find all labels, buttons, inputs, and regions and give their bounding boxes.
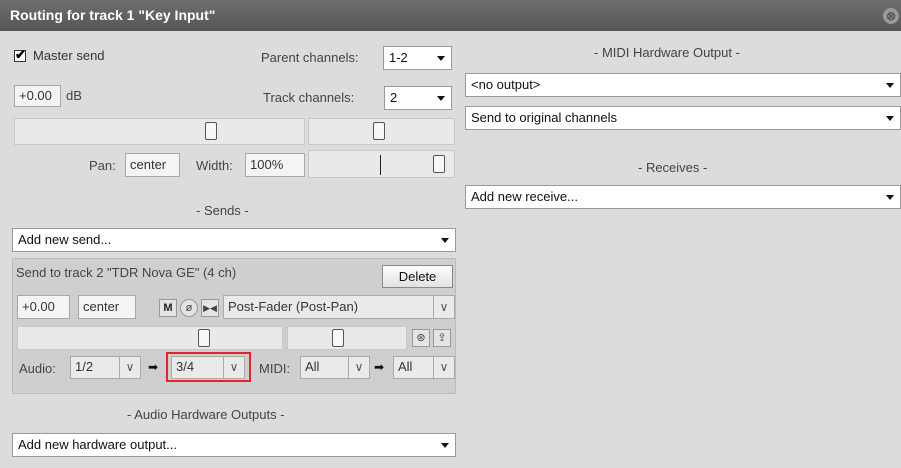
mute-button[interactable]: M <box>159 299 177 317</box>
midi-dest-value: All <box>398 359 413 374</box>
chevron-down-icon: ∨ <box>433 357 454 378</box>
master-volume-field[interactable]: +0.00 <box>14 85 61 107</box>
add-new-send-label: Add new send... <box>18 232 112 247</box>
chevron-down-icon <box>886 195 894 200</box>
send-pan-slider[interactable] <box>287 326 407 350</box>
width-center-line <box>380 155 381 175</box>
chevron-down-icon <box>437 96 445 101</box>
send-title: Send to track 2 "TDR Nova GE" (4 ch) <box>16 265 237 280</box>
parent-channels-label: Parent channels: <box>261 50 359 65</box>
add-new-send-select[interactable]: Add new send... <box>12 228 456 252</box>
chevron-down-icon: ∨ <box>348 357 369 378</box>
parent-channels-select[interactable]: 1-2 <box>383 46 452 70</box>
width-value: 100% <box>250 157 284 172</box>
midi-hw-header: - MIDI Hardware Output - <box>594 45 740 60</box>
midi-output-select[interactable]: <no output> <box>465 73 901 97</box>
envelope-icon[interactable]: ⇪ <box>433 329 451 347</box>
master-send-checkbox[interactable]: ✔ <box>14 47 26 62</box>
midi-label: MIDI: <box>259 361 291 376</box>
chevron-down-icon <box>437 56 445 61</box>
add-hardware-output-select[interactable]: Add new hardware output... <box>12 433 456 457</box>
pan-label: Pan: <box>89 158 116 173</box>
audio-source-value: 1/2 <box>75 359 94 374</box>
arrow-right-icon: ➡ <box>148 360 159 374</box>
title-bar: Routing for track 1 "Key Input" ⊗ <box>0 0 901 31</box>
send-pan-field[interactable]: center <box>78 295 136 319</box>
add-new-receive-label: Add new receive... <box>471 189 578 204</box>
add-hardware-output-label: Add new hardware output... <box>18 437 177 452</box>
send-mode-select[interactable]: Post-Fader (Post-Pan) ∨ <box>223 295 455 319</box>
midi-dest-select[interactable]: All ∨ <box>393 356 455 379</box>
master-volume-value: +0.00 <box>19 88 52 103</box>
send-pan-value: center <box>83 299 120 314</box>
chevron-down-icon <box>886 83 894 88</box>
mono-stereo-icon[interactable]: ▶◀ <box>201 299 219 317</box>
master-pan-slider[interactable] <box>308 118 455 145</box>
send-mode-value: Post-Fader (Post-Pan) <box>228 299 359 314</box>
checkmark-icon: ✔ <box>15 47 26 62</box>
parent-channels-value: 1-2 <box>389 50 408 65</box>
width-slider-knob[interactable] <box>433 155 445 173</box>
arrow-right-icon: ➡ <box>374 360 385 374</box>
width-field[interactable]: 100% <box>245 153 305 177</box>
volume-slider-knob[interactable] <box>205 122 217 140</box>
fx-icon[interactable]: ⊛ <box>412 329 430 347</box>
routing-window: Routing for track 1 "Key Input" ⊗ ✔ Mast… <box>0 0 901 468</box>
chevron-down-icon <box>441 238 449 243</box>
pan-slider-knob[interactable] <box>373 122 385 140</box>
delete-send-button[interactable]: Delete <box>382 265 453 288</box>
chevron-down-icon <box>441 443 449 448</box>
width-slider[interactable] <box>308 150 455 178</box>
send-pan-knob[interactable] <box>332 329 344 347</box>
midi-source-select[interactable]: All ∨ <box>300 356 370 379</box>
close-icon[interactable]: ⊗ <box>883 8 899 24</box>
chevron-down-icon: ∨ <box>433 296 454 318</box>
pan-value: center <box>130 157 167 172</box>
master-volume-slider[interactable] <box>14 118 305 145</box>
window-title: Routing for track 1 "Key Input" <box>10 7 216 23</box>
audio-label: Audio: <box>19 361 56 376</box>
midi-source-value: All <box>305 359 320 374</box>
audio-hw-header: - Audio Hardware Outputs - <box>127 407 285 422</box>
add-new-receive-select[interactable]: Add new receive... <box>465 185 901 209</box>
track-channels-label: Track channels: <box>263 90 355 105</box>
track-channels-value: 2 <box>390 90 398 105</box>
send-volume-value: +0.00 <box>22 299 55 314</box>
receives-header: - Receives - <box>638 160 708 175</box>
sends-header: - Sends - <box>196 203 249 218</box>
midi-channel-select[interactable]: Send to original channels <box>465 106 901 130</box>
volume-unit: dB <box>66 88 82 103</box>
midi-output-value: <no output> <box>471 77 541 92</box>
audio-source-select[interactable]: 1/2 ∨ <box>70 356 141 379</box>
chevron-down-icon: ∨ <box>119 357 140 378</box>
highlight-box <box>166 352 251 382</box>
pan-field[interactable]: center <box>125 153 180 177</box>
send-volume-slider[interactable] <box>17 326 283 350</box>
track-channels-select[interactable]: 2 <box>384 86 452 110</box>
phase-invert-icon[interactable]: ø <box>180 299 198 317</box>
midi-channel-value: Send to original channels <box>471 110 617 125</box>
width-label: Width: <box>196 158 233 173</box>
send-volume-field[interactable]: +0.00 <box>17 295 70 319</box>
send-volume-knob[interactable] <box>198 329 210 347</box>
master-send-label: Master send <box>33 48 105 63</box>
chevron-down-icon <box>886 116 894 121</box>
